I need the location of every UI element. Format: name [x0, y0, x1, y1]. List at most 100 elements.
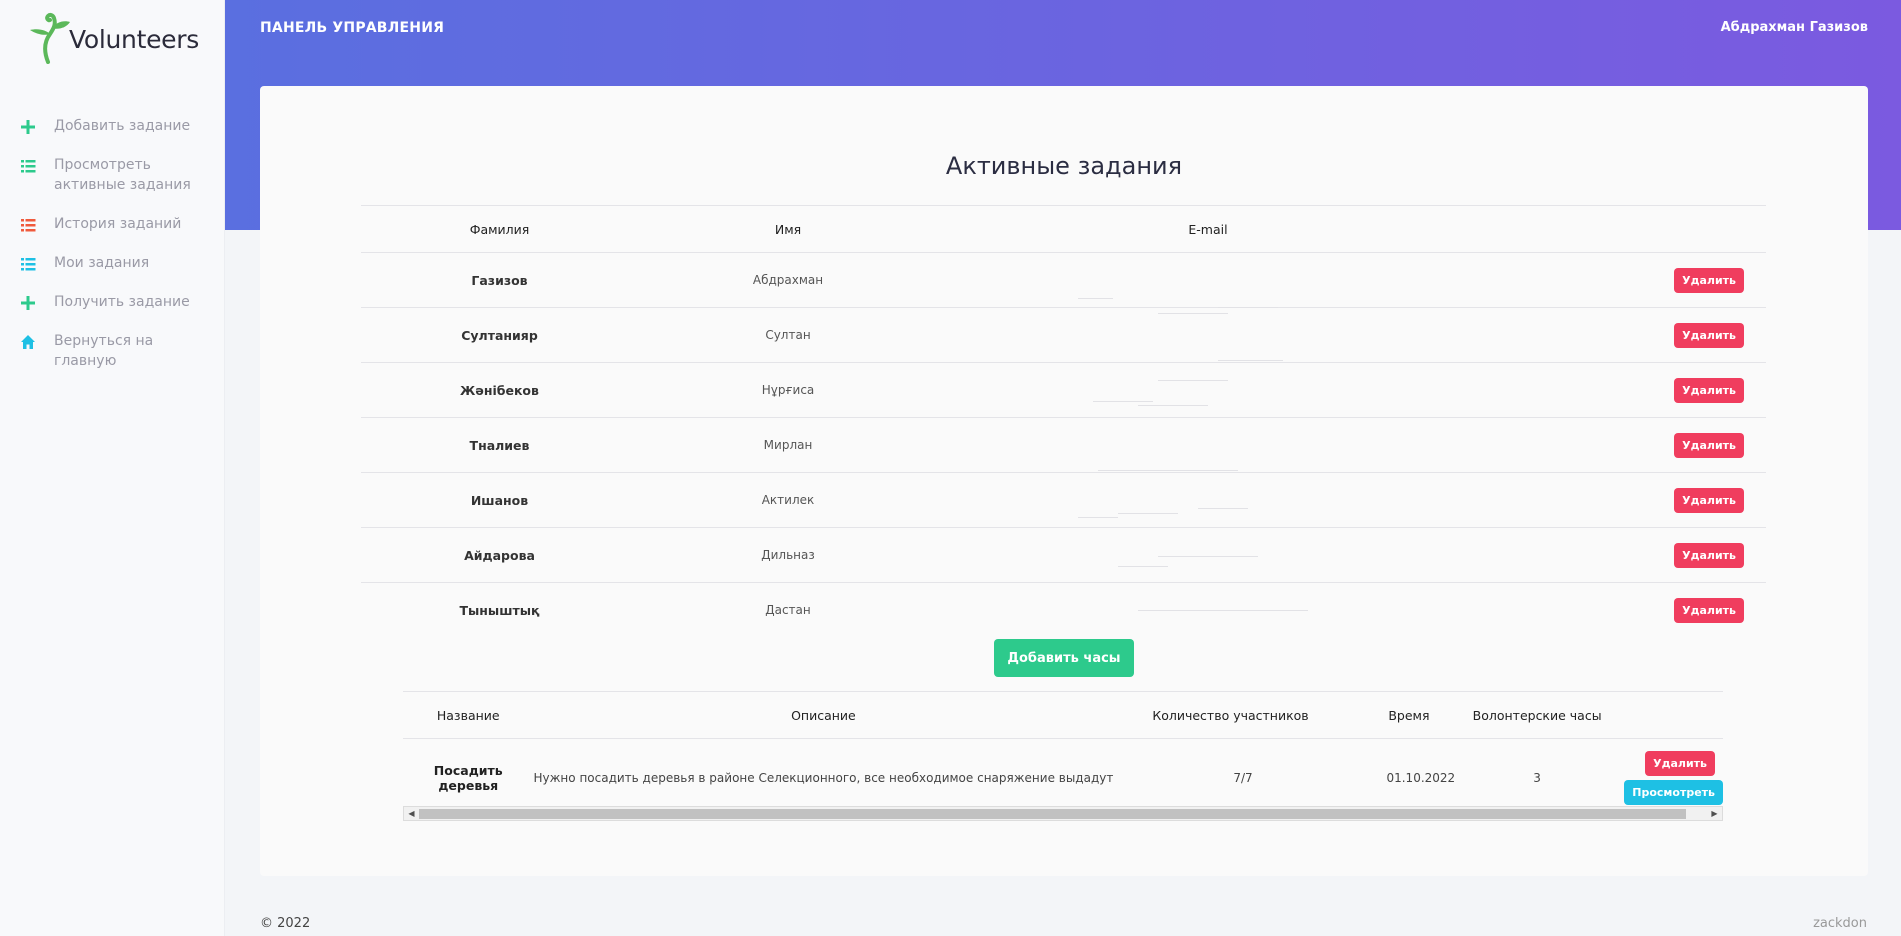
sidebar-item-label: Мои задания	[54, 255, 150, 271]
column-header-actions	[1604, 691, 1723, 739]
redaction-line	[1093, 401, 1153, 402]
main-card: Активные задания Фамилия Имя E-mail Гази…	[260, 86, 1868, 876]
delete-task-button[interactable]: Удалить	[1645, 750, 1715, 776]
cell-email-redacted	[938, 307, 1478, 363]
cell-actions: Удалить	[1478, 252, 1766, 308]
cell-task-title: Посадить деревья	[403, 738, 534, 817]
table-header-row: Фамилия Имя E-mail	[361, 205, 1766, 253]
redaction-line	[1158, 556, 1258, 557]
cell-task-hours: 3	[1470, 738, 1605, 817]
sprout-logo-icon	[30, 12, 70, 64]
scroll-left-icon[interactable]: ◀	[404, 807, 419, 820]
cell-actions: Удалить	[1478, 417, 1766, 473]
cell-surname: Ишанов	[361, 472, 638, 528]
tasks-table-scroll-container: Название Описание Количество участников …	[403, 691, 1723, 829]
plus-icon	[21, 296, 35, 310]
table-row: Тналиев Мирлан Удалить	[361, 417, 1766, 473]
view-task-button[interactable]: Просмотреть	[1624, 779, 1723, 805]
cell-name: Дильназ	[638, 527, 938, 583]
sidebar-item-task-history[interactable]: История заданий	[0, 214, 225, 234]
table-row: Жәнібеков Нұрғиса Удалить	[361, 362, 1766, 418]
delete-button[interactable]: Удалить	[1674, 377, 1744, 403]
redaction-line	[1118, 566, 1168, 567]
sidebar-item-label: История заданий	[54, 216, 182, 232]
redaction-line	[1138, 610, 1308, 611]
cell-name: Мирлан	[638, 417, 938, 473]
scrollbar-thumb[interactable]	[419, 809, 1686, 819]
cell-actions: Удалить	[1478, 472, 1766, 528]
sidebar-item-label: Добавить задание	[54, 118, 191, 134]
delete-button[interactable]: Удалить	[1674, 542, 1744, 568]
redaction-line	[1138, 405, 1208, 406]
cell-email-redacted	[938, 417, 1478, 473]
brand-name: Volunteers	[69, 24, 199, 54]
delete-button[interactable]: Удалить	[1674, 322, 1744, 348]
cell-email-redacted	[938, 582, 1478, 638]
column-header-title: Название	[403, 691, 534, 739]
cell-task-actions: Удалить Просмотреть	[1604, 738, 1723, 817]
cell-surname: Айдарова	[361, 527, 638, 583]
redaction-line	[1118, 513, 1178, 514]
sidebar-item-my-tasks[interactable]: Мои задания	[0, 253, 225, 273]
sidebar-item-label: Вернуться на главную	[54, 333, 154, 369]
redaction-line	[1158, 380, 1228, 381]
cell-email-redacted	[938, 527, 1478, 583]
cell-actions: Удалить	[1478, 582, 1766, 638]
cell-task-participants: 7/7	[1113, 738, 1348, 817]
column-header-surname: Фамилия	[361, 205, 638, 253]
column-header-participants: Количество участников	[1113, 691, 1348, 739]
participants-table: Фамилия Имя E-mail Газизов Абдрахман Уда…	[361, 205, 1766, 638]
cell-surname: Тыныштық	[361, 582, 638, 638]
brand-logo[interactable]: Volunteers	[26, 12, 199, 64]
cell-email-redacted	[938, 252, 1478, 314]
table-row: Ишанов Актилек Удалить	[361, 472, 1766, 528]
add-hours-button[interactable]: Добавить часы	[994, 639, 1134, 677]
delete-button[interactable]: Удалить	[1674, 267, 1744, 293]
table-row: Посадить деревья Нужно посадить деревья …	[403, 738, 1723, 817]
cell-surname: Газизов	[361, 252, 638, 308]
sidebar-item-add-task[interactable]: Добавить задание	[0, 116, 225, 136]
sidebar-item-label: Получить задание	[54, 294, 190, 310]
cell-email-redacted	[938, 472, 1478, 528]
list-icon	[21, 160, 36, 173]
cell-name: Нұрғиса	[638, 362, 938, 418]
column-header-email: E-mail	[938, 205, 1478, 253]
cell-actions: Удалить	[1478, 527, 1766, 583]
cell-name: Султан	[638, 307, 938, 363]
delete-button[interactable]: Удалить	[1674, 432, 1744, 458]
delete-button[interactable]: Удалить	[1674, 487, 1744, 513]
page-header-title: ПАНЕЛЬ УПРАВЛЕНИЯ	[260, 20, 445, 36]
cell-surname: Жәнібеков	[361, 362, 638, 418]
tasks-table: Название Описание Количество участников …	[403, 691, 1723, 817]
footer-copyright: © 2022	[260, 916, 311, 931]
table-row: Газизов Абдрахман Удалить	[361, 252, 1766, 314]
horizontal-scrollbar[interactable]: ◀ ▶	[403, 806, 1723, 821]
cell-email-redacted	[938, 362, 1478, 418]
page-title: Активные задания	[945, 152, 1183, 180]
redaction-line	[1218, 360, 1283, 361]
scroll-right-icon[interactable]: ▶	[1707, 807, 1722, 820]
column-header-actions	[1478, 205, 1766, 253]
column-header-description: Описание	[533, 691, 1114, 739]
user-name[interactable]: Абдрахман Газизов	[1721, 20, 1868, 35]
table-row: Тыныштық Дастан Удалить	[361, 582, 1766, 638]
table-row: Айдарова Дильназ Удалить	[361, 527, 1766, 583]
column-header-hours: Волонтерские часы	[1470, 691, 1605, 739]
redaction-line	[1098, 470, 1238, 471]
sidebar-item-label: Просмотреть активные задания	[54, 157, 191, 193]
column-header-time: Время	[1347, 691, 1471, 739]
sidebar: Volunteers Добавить задание Просмотреть …	[0, 0, 225, 936]
delete-button[interactable]: Удалить	[1674, 597, 1744, 623]
cell-task-date: 01.10.2022	[1347, 738, 1471, 817]
plus-icon	[21, 120, 35, 134]
footer-author-link[interactable]: zackdon	[1813, 916, 1867, 931]
sidebar-item-get-task[interactable]: Получить задание	[0, 292, 225, 312]
sidebar-item-active-tasks[interactable]: Просмотреть активные задания	[0, 155, 225, 195]
redaction-line	[1078, 298, 1113, 299]
cell-name: Актилек	[638, 472, 938, 528]
list-icon	[21, 258, 36, 271]
redaction-line	[1078, 517, 1118, 518]
list-icon	[21, 219, 36, 232]
cell-name: Абдрахман	[638, 252, 938, 308]
sidebar-item-home[interactable]: Вернуться на главную	[0, 331, 225, 371]
